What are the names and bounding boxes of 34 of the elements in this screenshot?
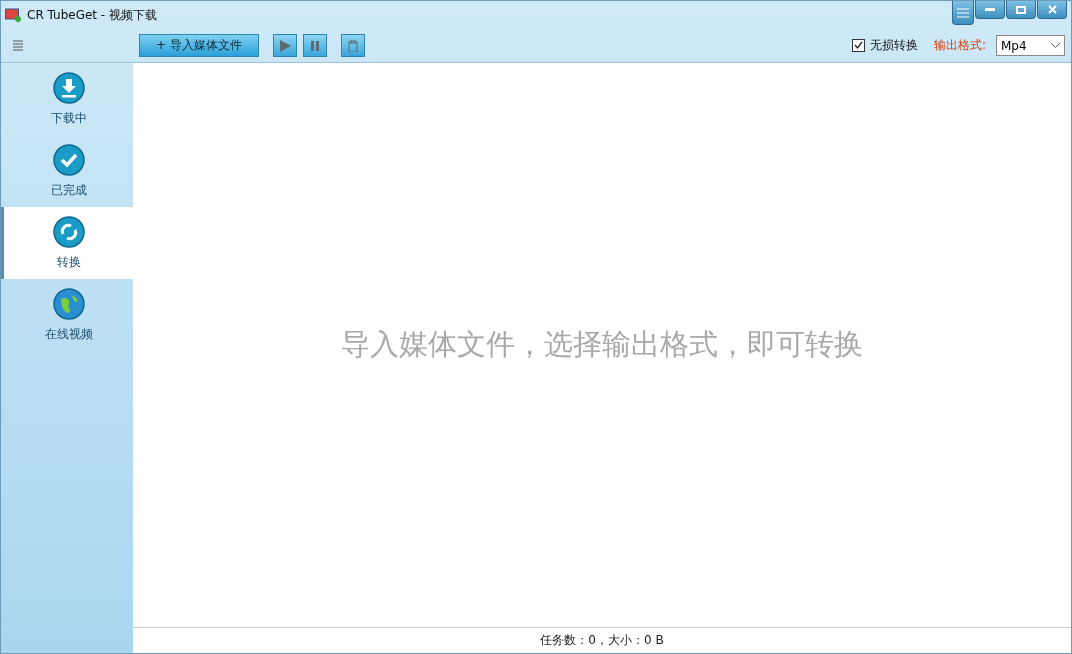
window-title: CR TubeGet - 视频下载 — [27, 6, 157, 24]
play-button[interactable] — [273, 34, 297, 57]
pause-button[interactable] — [303, 34, 327, 57]
delete-button[interactable] — [341, 34, 365, 57]
output-format-label: 输出格式: — [933, 37, 986, 54]
pause-icon — [310, 40, 320, 51]
maximize-icon — [1016, 5, 1026, 14]
checkmark-icon — [52, 143, 85, 176]
globe-icon — [52, 287, 85, 320]
import-media-button[interactable]: + 导入媒体文件 — [139, 34, 259, 57]
checkmark-icon — [853, 41, 863, 50]
minimize-icon — [985, 8, 995, 11]
app-icon — [5, 8, 21, 22]
menu-icon — [957, 7, 969, 18]
close-icon — [1047, 5, 1057, 14]
lossless-label: 无损转换 — [869, 37, 918, 54]
status-text: 任务数：0，大小：0 B — [540, 632, 664, 649]
download-icon — [52, 71, 85, 104]
sidebar-item[interactable]: 转换 — [1, 207, 133, 279]
chevron-down-icon — [1051, 43, 1060, 48]
minimize-button[interactable] — [975, 1, 1005, 19]
sidebar-item[interactable]: 下载中 — [1, 63, 133, 135]
format-dropdown[interactable]: Mp4 — [996, 35, 1065, 56]
checkbox[interactable] — [851, 39, 865, 52]
trash-icon — [348, 39, 358, 52]
list-icon[interactable] — [13, 39, 23, 52]
sidebar-item[interactable]: 在线视频 — [1, 279, 133, 351]
play-icon — [279, 39, 291, 52]
empty-hint: 导入媒体文件，选择输出格式，即可转换 — [341, 326, 863, 363]
menu-button[interactable] — [952, 1, 974, 25]
sidebar-item[interactable]: 已完成 — [1, 135, 133, 207]
refresh-icon — [52, 215, 85, 248]
close-button[interactable] — [1037, 1, 1067, 19]
maximize-button[interactable] — [1006, 1, 1036, 19]
